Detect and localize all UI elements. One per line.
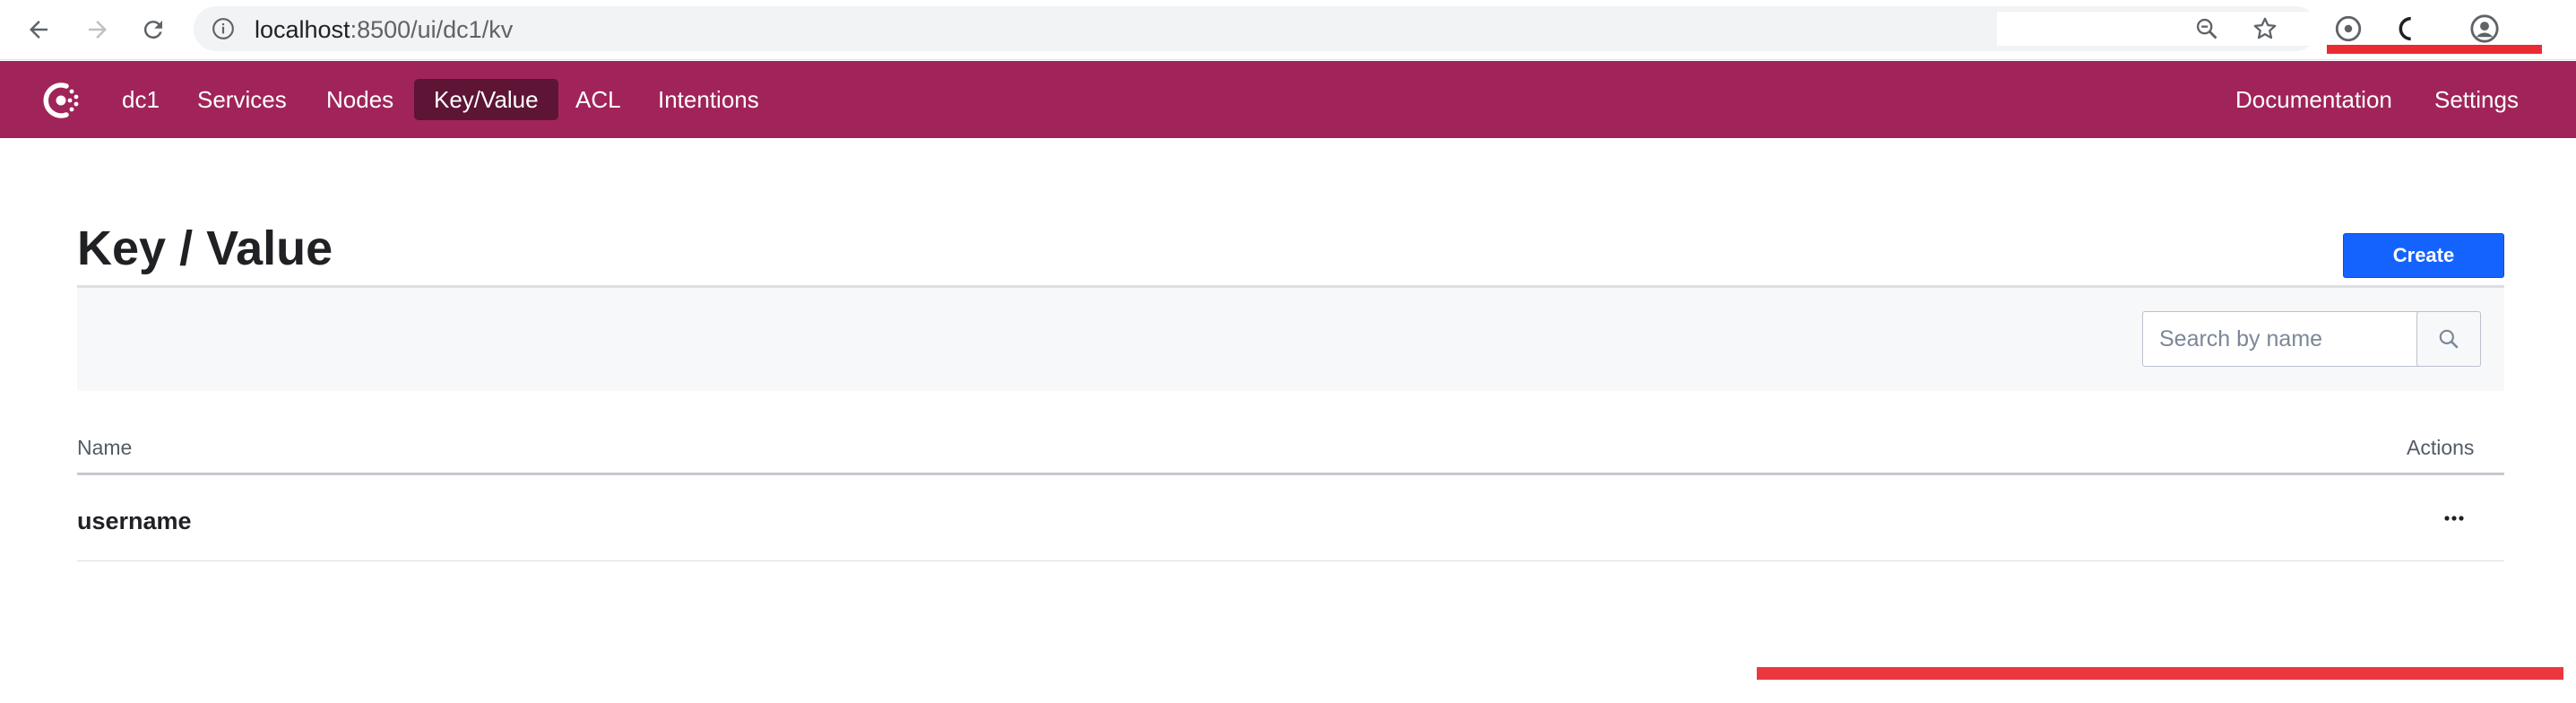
nav-key-value[interactable]: Key/Value xyxy=(414,79,558,120)
url-host: localhost xyxy=(255,16,350,43)
more-actions-icon xyxy=(2444,516,2464,521)
column-header-name: Name xyxy=(77,436,133,459)
watermark-top xyxy=(2327,23,2542,63)
url-path: :8500/ui/dc1/kv xyxy=(350,16,514,43)
datacenter-selector[interactable]: dc1 xyxy=(102,79,179,120)
nav-documentation[interactable]: Documentation xyxy=(2216,79,2412,120)
nav-services[interactable]: Services xyxy=(177,79,307,120)
column-header-actions: Actions xyxy=(2407,436,2475,459)
filter-bar xyxy=(77,288,2504,391)
search-button[interactable] xyxy=(2416,311,2481,367)
info-icon[interactable] xyxy=(212,17,235,40)
forward-arrow-icon[interactable] xyxy=(77,9,118,50)
url-text: localhost:8500/ui/dc1/kv xyxy=(255,16,513,44)
back-arrow-icon[interactable] xyxy=(18,9,59,50)
watermark-bottom xyxy=(1757,655,2563,699)
table-row-name[interactable]: username xyxy=(77,508,192,535)
browser-toolbar: localhost:8500/ui/dc1/kv xyxy=(0,0,2576,60)
search-icon xyxy=(2439,329,2459,349)
more-actions-button[interactable] xyxy=(2434,502,2474,534)
star-icon[interactable] xyxy=(2252,15,2278,42)
reload-icon[interactable] xyxy=(133,9,174,50)
consul-logo[interactable] xyxy=(36,75,86,126)
create-button[interactable]: Create xyxy=(2343,233,2504,278)
consul-header: dc1 Services Nodes Key/Value ACL Intenti… xyxy=(0,61,2576,138)
nav-intentions[interactable]: Intentions xyxy=(638,79,779,120)
search-field xyxy=(2142,311,2433,367)
nav-settings[interactable]: Settings xyxy=(2415,79,2538,120)
page-title: Key / Value xyxy=(77,221,333,275)
zoom-icon[interactable] xyxy=(2194,16,2219,41)
table-row-divider xyxy=(77,560,2504,561)
search-input[interactable] xyxy=(2143,312,2417,366)
address-bar[interactable]: localhost:8500/ui/dc1/kv xyxy=(194,6,2373,51)
nav-nodes[interactable]: Nodes xyxy=(307,79,413,120)
table-header-divider xyxy=(77,473,2504,475)
redacted-area xyxy=(1997,12,2373,46)
nav-acl[interactable]: ACL xyxy=(556,79,641,120)
